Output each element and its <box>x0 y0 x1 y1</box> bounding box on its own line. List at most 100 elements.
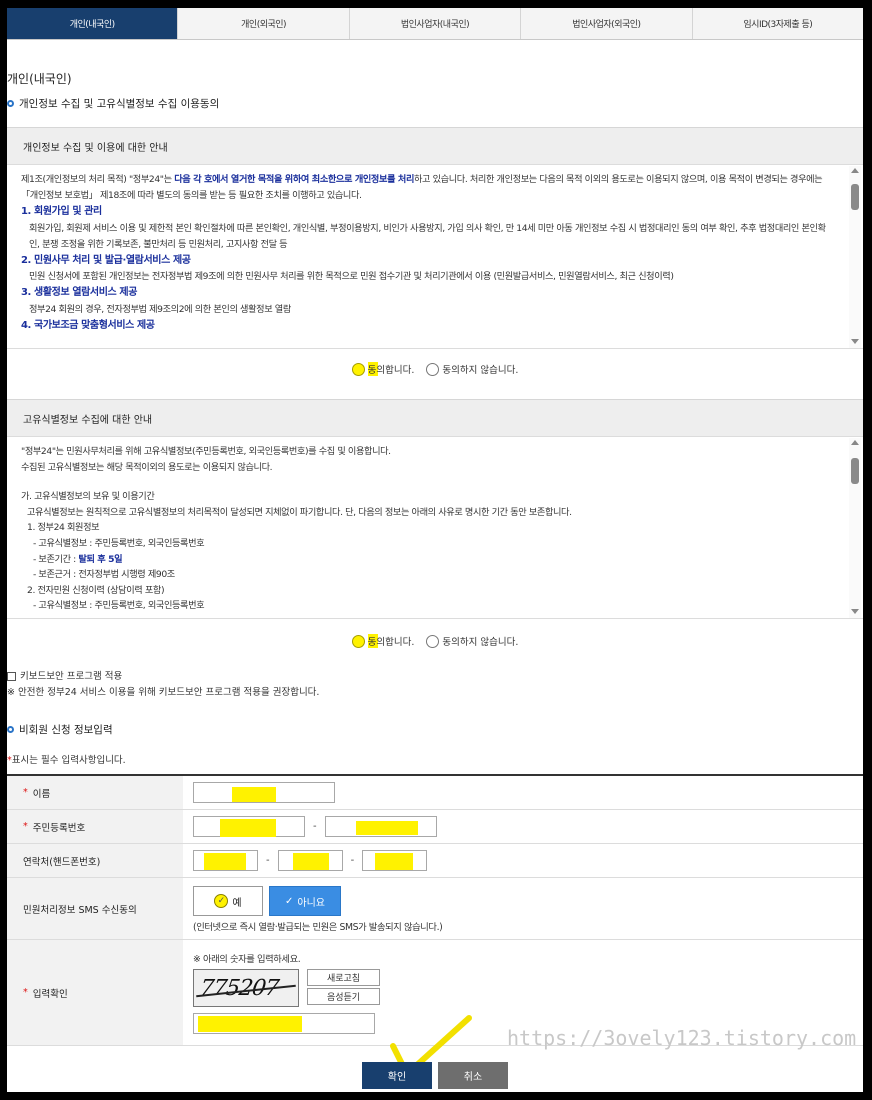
highlight-mark <box>232 787 276 802</box>
dash: - <box>266 855 270 866</box>
tab-corporate-korean[interactable]: 법인사업자(내국인) <box>349 8 522 39</box>
captcha-audio-button[interactable]: 음성듣기 <box>307 988 380 1005</box>
highlight-mark <box>292 853 329 870</box>
unique-id-text: "정부24"는 민원사무처리를 위해 고유식별정보(주민등록번호, 외국인등록번… <box>7 438 863 614</box>
check-icon: ✓ <box>285 895 294 907</box>
unique-id-disagree-option[interactable]: 동의하지 않습니다. <box>426 634 518 648</box>
unique-id-line: 수집된 고유식별정보는 해당 목적이외의 용도로는 이용되지 않습니다. <box>21 461 273 473</box>
sms-yes-button[interactable]: ✓ 예 <box>193 886 263 916</box>
cancel-button[interactable]: 취소 <box>438 1062 508 1089</box>
captcha-image: 775207 <box>193 969 299 1007</box>
dash: - <box>350 855 355 866</box>
scroll-up-arrow-icon[interactable] <box>851 440 859 445</box>
rrn-label-text: 주민등록번호 <box>32 822 86 834</box>
keyboard-security-checkbox[interactable] <box>7 672 16 681</box>
tab-temporary-id[interactable]: 임시ID(3자제출 등) <box>692 8 863 39</box>
phone-middle-input[interactable] <box>277 850 343 871</box>
privacy-scrollbar[interactable] <box>849 166 861 348</box>
input-section-title: 비회원 신청 정보입력 <box>7 722 113 737</box>
highlight-mark <box>198 1016 302 1032</box>
sms-yes-label: 예 <box>232 897 242 909</box>
tab-individual-foreigner[interactable]: 개인(외국인) <box>178 8 350 39</box>
keyboard-security-note: ※ 안전한 정부24 서비스 이용을 위해 키보드보안 프로그램 적용을 권장합… <box>7 687 320 698</box>
phone-label-text: 연락처(핸드폰번호) <box>23 856 101 868</box>
captcha-input[interactable] <box>193 1013 375 1034</box>
privacy-para-1: 회원가입, 회원제 서비스 이용 및 제한적 본인 확인절차에 따른 본인확인,… <box>29 222 826 250</box>
tab-corporate-foreigner[interactable]: 법인사업자(외국인) <box>521 8 693 39</box>
radio-icon[interactable] <box>351 634 365 648</box>
confirm-button[interactable]: 확인 <box>362 1062 432 1089</box>
name-label: * 이름 <box>7 776 183 809</box>
unique-id-line: 가. 고유식별정보의 보유 및 이용기간 <box>21 491 155 503</box>
scroll-thumb[interactable] <box>851 184 859 210</box>
name-value <box>183 776 863 809</box>
unique-id-line: - 보존근거 : 전자정부법 시행령 제90조 <box>33 569 175 581</box>
page-frame: 개인(내국인) 개인(외국인) 법인사업자(내국인) 법인사업자(외국인) 임시… <box>7 8 863 1092</box>
unique-id-textbox[interactable]: "정부24"는 민원사무처리를 위해 고유식별정보(주민등록번호, 외국인등록번… <box>7 438 863 619</box>
privacy-para-3: 정부24 회원의 경우, 전자정부법 제9조의2에 의한 본인의 생활정보 열람 <box>29 303 291 315</box>
scroll-up-arrow-icon[interactable] <box>851 168 859 173</box>
circle-bullet-icon <box>7 100 14 107</box>
keyboard-security-option[interactable]: 키보드보안 프로그램 적용 <box>7 668 122 682</box>
unique-id-line: - 고유식별정보 : 주민등록번호, 외국인등록번호 <box>33 537 205 549</box>
unique-id-agree-label: 동의합니다. <box>367 634 415 648</box>
unique-id-line: 2. 전자민원 신청이력 (상담이력 포함) <box>27 584 165 596</box>
captcha-controls: 새로고침 음성듣기 <box>307 969 380 1007</box>
captcha-label-text: 입력확인 <box>32 988 68 1000</box>
privacy-text: 제1조(개인정보의 처리 목적) "정부24"는 다음 각 호에서 열거한 목적… <box>7 166 863 334</box>
highlight-mark <box>204 853 246 870</box>
privacy-panel-header: 개인정보 수집 및 이용에 대한 안내 <box>7 127 863 165</box>
name-row: * 이름 <box>7 776 863 810</box>
rrn-second-input[interactable] <box>324 816 437 837</box>
sms-row: 민원처리정보 SMS 수신동의 ✓ 예 ✓ 아니요 (인터넷으로 즉시 열람·발급되… <box>7 878 863 940</box>
name-label-text: 이름 <box>32 788 51 800</box>
radio-icon[interactable] <box>426 634 440 648</box>
phone-last-input[interactable] <box>362 850 428 871</box>
watermark: https://3ovely123.tistory.com <box>507 1026 857 1050</box>
rrn-row: * 주민등록번호 - <box>7 810 863 844</box>
consent-section-title-text: 개인정보 수집 및 고유식별정보 수집 이용동의 <box>19 98 220 110</box>
tab-individual-korean[interactable]: 개인(내국인) <box>7 8 179 39</box>
unique-id-agree-row: 동의합니다. 동의하지 않습니다. <box>7 634 863 648</box>
page-title: 개인(내국인) <box>7 72 72 86</box>
unique-id-scrollbar[interactable] <box>849 438 861 618</box>
privacy-disagree-option[interactable]: 동의하지 않습니다. <box>426 362 518 376</box>
radio-icon[interactable] <box>426 362 440 376</box>
name-input[interactable] <box>193 782 335 803</box>
keyboard-security-label: 키보드보안 프로그램 적용 <box>20 671 123 682</box>
rrn-first-input[interactable] <box>193 816 305 837</box>
required-note-text: 표시는 필수 입력사항입니다. <box>11 755 126 766</box>
sms-options: ✓ 예 ✓ 아니요 <box>193 886 863 916</box>
privacy-heading-4: 4. 국가보조금 맞춤형서비스 제공 <box>21 319 155 331</box>
scroll-down-arrow-icon[interactable] <box>851 609 859 614</box>
unique-id-agree-option[interactable]: 동의합니다. <box>351 634 415 648</box>
dash: - <box>313 821 317 832</box>
rrn-label: * 주민등록번호 <box>7 810 183 843</box>
unique-id-panel-header: 고유식별정보 수집에 대한 안내 <box>7 399 863 437</box>
privacy-heading-3: 3. 생활정보 열람서비스 제공 <box>21 287 138 299</box>
privacy-agree-label: 동의합니다. <box>367 362 415 376</box>
privacy-agree-option[interactable]: 동의합니다. <box>351 362 415 376</box>
privacy-textbox[interactable]: 제1조(개인정보의 처리 목적) "정부24"는 다음 각 호에서 열거한 목적… <box>7 166 863 349</box>
required-star-icon: * <box>23 821 28 832</box>
privacy-intro: 제1조(개인정보의 처리 목적) "정부24"는 다음 각 호에서 열거한 목적… <box>21 174 823 202</box>
scroll-thumb[interactable] <box>851 458 859 484</box>
sms-label: 민원처리정보 SMS 수신동의 <box>7 878 183 939</box>
sms-note: (인터넷으로 즉시 열람·발급되는 민원은 SMS가 발송되지 않습니다.) <box>193 922 443 933</box>
radio-icon[interactable] <box>351 362 365 376</box>
privacy-heading-2: 2. 민원사무 처리 및 발급·열람서비스 제공 <box>21 255 191 267</box>
phone-first-input[interactable] <box>193 850 258 871</box>
required-star-icon: * <box>23 787 28 798</box>
unique-id-line: "정부24"는 민원사무처리를 위해 고유식별정보(주민등록번호, 외국인등록번… <box>21 446 391 457</box>
captcha-refresh-button[interactable]: 새로고침 <box>307 969 380 986</box>
privacy-para-2: 민원 신청서에 포함된 개인정보는 전자정부법 제9조에 의한 민원사무 처리를… <box>29 271 674 283</box>
sms-no-button[interactable]: ✓ 아니요 <box>269 886 341 916</box>
highlight-mark <box>375 853 414 870</box>
phone-value: - - <box>183 844 863 877</box>
unique-id-line: 고유식별정보는 원칙적으로 고유식별정보의 처리목적이 달성되면 지체없이 파기… <box>27 506 572 518</box>
captcha-area: 775207 새로고침 음성듣기 <box>193 969 380 1007</box>
sms-value: ✓ 예 ✓ 아니요 (인터넷으로 즉시 열람·발급되는 민원은 SMS가 발송되지 … <box>183 878 863 939</box>
check-icon: ✓ <box>214 894 229 908</box>
scroll-down-arrow-icon[interactable] <box>851 339 859 344</box>
